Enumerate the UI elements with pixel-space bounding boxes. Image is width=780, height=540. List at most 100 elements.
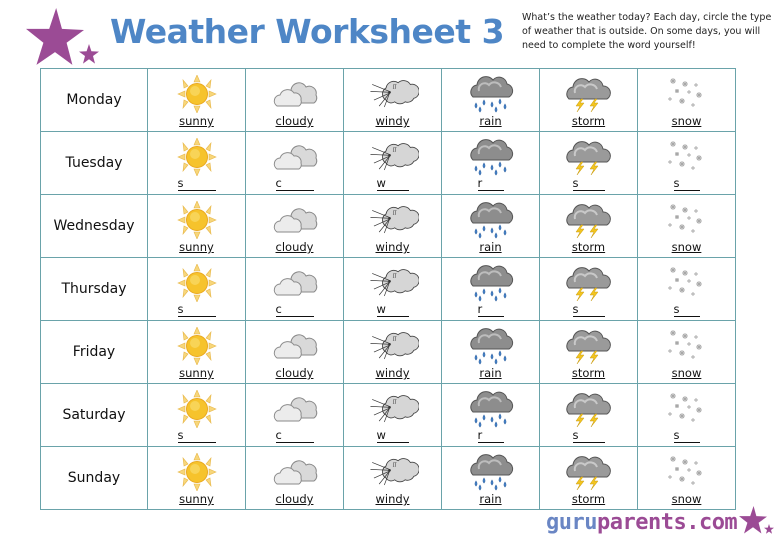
weather-option-windy[interactable]: ʃʃ windy xyxy=(343,320,442,384)
snowflakes-icon xyxy=(661,264,713,302)
fill-in-blank[interactable]: s xyxy=(673,177,700,191)
weather-option-sunny[interactable]: sunny xyxy=(147,194,246,258)
weather-option-cloudy[interactable]: cloudy xyxy=(245,194,344,258)
weather-word: rain xyxy=(479,114,502,128)
weather-option-rain[interactable]: rain xyxy=(441,68,540,132)
cloud-icon xyxy=(269,327,321,365)
weather-option-rain[interactable]: rain xyxy=(441,194,540,258)
weather-option-rain[interactable]: r xyxy=(441,131,540,195)
storm-cloud-icon xyxy=(563,75,615,113)
star-icon xyxy=(26,8,84,65)
sun-icon xyxy=(171,452,223,492)
cloud-icon xyxy=(269,264,321,302)
weather-option-sunny[interactable]: sunny xyxy=(147,68,246,132)
snowflakes-icon xyxy=(661,453,713,491)
weather-option-windy[interactable]: ʃʃ windy xyxy=(343,68,442,132)
weather-word: windy xyxy=(375,114,410,128)
weather-word: sunny xyxy=(179,114,214,128)
weather-option-storm[interactable]: storm xyxy=(539,446,638,510)
table-row-monday: Monday sunny cloudy ʃʃ windy rain storm snow xyxy=(40,68,736,132)
weather-option-storm[interactable]: storm xyxy=(539,68,638,132)
weather-option-storm[interactable]: s xyxy=(539,257,638,321)
weather-word: snow xyxy=(671,492,702,506)
small-star-icon xyxy=(79,44,99,64)
storm-cloud-icon xyxy=(563,264,615,302)
fill-in-blank[interactable]: r xyxy=(477,303,504,317)
fill-in-blank[interactable]: s xyxy=(572,177,605,191)
weather-option-rain[interactable]: rain xyxy=(441,446,540,510)
svg-text:ʃʃ: ʃʃ xyxy=(392,210,397,216)
rain-cloud-icon xyxy=(465,264,517,302)
storm-cloud-icon xyxy=(563,390,615,428)
weather-option-storm[interactable]: storm xyxy=(539,194,638,258)
weather-option-windy[interactable]: ʃʃ windy xyxy=(343,446,442,510)
weather-option-snow[interactable]: snow xyxy=(637,194,736,258)
instructions-text: What’s the weather today? Each day, circ… xyxy=(522,12,772,51)
weather-option-cloudy[interactable]: cloudy xyxy=(245,320,344,384)
fill-in-blank[interactable]: s xyxy=(177,429,216,443)
weather-option-rain[interactable]: r xyxy=(441,383,540,447)
rain-cloud-icon xyxy=(465,201,517,239)
weather-option-cloudy[interactable]: cloudy xyxy=(245,446,344,510)
weather-word: storm xyxy=(571,366,606,380)
fill-in-blank[interactable]: w xyxy=(376,177,409,191)
weather-option-storm[interactable]: s xyxy=(539,383,638,447)
day-label: Monday xyxy=(40,68,148,132)
weather-option-sunny[interactable]: s xyxy=(147,131,246,195)
weather-option-storm[interactable]: storm xyxy=(539,320,638,384)
weather-option-sunny[interactable]: sunny xyxy=(147,446,246,510)
weather-word: snow xyxy=(671,114,702,128)
rain-cloud-icon xyxy=(465,390,517,428)
weather-word: cloudy xyxy=(275,492,314,506)
weather-option-sunny[interactable]: sunny xyxy=(147,320,246,384)
weather-option-rain[interactable]: r xyxy=(441,257,540,321)
weather-word: cloudy xyxy=(275,366,314,380)
weather-option-windy[interactable]: ʃʃ w xyxy=(343,257,442,321)
weather-option-cloudy[interactable]: cloudy xyxy=(245,68,344,132)
table-row-thursday: Thursday s c ʃʃ w r s s xyxy=(40,257,736,321)
weather-option-cloudy[interactable]: c xyxy=(245,383,344,447)
snowflakes-icon xyxy=(661,390,713,428)
weather-option-sunny[interactable]: s xyxy=(147,257,246,321)
weather-option-cloudy[interactable]: c xyxy=(245,131,344,195)
fill-in-blank[interactable]: s xyxy=(673,303,700,317)
day-label: Sunday xyxy=(40,446,148,510)
weather-option-snow[interactable]: snow xyxy=(637,320,736,384)
weather-option-snow[interactable]: s xyxy=(637,131,736,195)
weather-option-snow[interactable]: s xyxy=(637,257,736,321)
fill-in-blank[interactable]: s xyxy=(673,429,700,443)
table-row-saturday: Saturday s c ʃʃ w r s s xyxy=(40,383,736,447)
cloud-icon xyxy=(269,75,321,113)
weather-option-sunny[interactable]: s xyxy=(147,383,246,447)
weather-option-snow[interactable]: s xyxy=(637,383,736,447)
svg-text:ʃʃ: ʃʃ xyxy=(392,147,397,153)
fill-in-blank[interactable]: s xyxy=(177,303,216,317)
fill-in-blank[interactable]: r xyxy=(477,177,504,191)
weather-option-storm[interactable]: s xyxy=(539,131,638,195)
fill-in-blank[interactable]: w xyxy=(376,303,409,317)
fill-in-blank[interactable]: s xyxy=(572,429,605,443)
fill-in-blank[interactable]: s xyxy=(572,303,605,317)
weather-option-windy[interactable]: ʃʃ windy xyxy=(343,194,442,258)
wind-cloud-icon: ʃʃ xyxy=(367,264,420,302)
day-label: Friday xyxy=(40,320,148,384)
weather-option-snow[interactable]: snow xyxy=(637,446,736,510)
fill-in-blank[interactable]: c xyxy=(275,303,314,317)
guruparents-logo: guruparents.com xyxy=(546,510,738,535)
table-row-sunday: Sunday sunny cloudy ʃʃ windy rain storm snow xyxy=(40,446,736,510)
fill-in-blank[interactable]: s xyxy=(177,177,216,191)
fill-in-blank[interactable]: w xyxy=(376,429,409,443)
fill-in-blank[interactable]: c xyxy=(275,177,314,191)
weather-option-rain[interactable]: rain xyxy=(441,320,540,384)
fill-in-blank[interactable]: c xyxy=(275,429,314,443)
wind-cloud-icon: ʃʃ xyxy=(367,453,420,491)
weather-word: windy xyxy=(375,492,410,506)
fill-in-blank[interactable]: r xyxy=(477,429,504,443)
weather-option-windy[interactable]: ʃʃ w xyxy=(343,383,442,447)
weather-option-snow[interactable]: snow xyxy=(637,68,736,132)
weather-option-cloudy[interactable]: c xyxy=(245,257,344,321)
weather-option-windy[interactable]: ʃʃ w xyxy=(343,131,442,195)
snowflakes-icon xyxy=(661,75,713,113)
weather-word: storm xyxy=(571,240,606,254)
weather-word: windy xyxy=(375,240,410,254)
